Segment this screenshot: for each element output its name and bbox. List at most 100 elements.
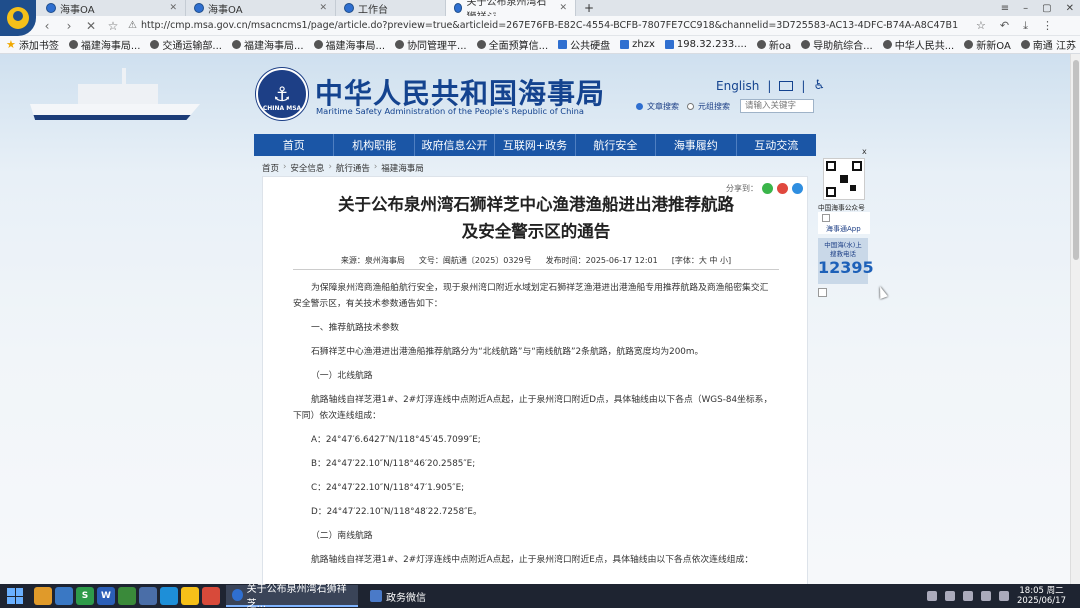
- search-type-radio-article[interactable]: [636, 102, 643, 110]
- tab-favicon-icon: [46, 3, 56, 13]
- menu-icon[interactable]: ≡: [1001, 3, 1009, 14]
- tab-oa-2[interactable]: 海事OA ✕: [186, 0, 336, 16]
- taskbar-task-browser[interactable]: 关于公布泉州湾石狮祥芝...: [226, 584, 358, 608]
- nav-nav-safety[interactable]: 航行安全: [576, 134, 657, 156]
- input-method-icon[interactable]: [999, 591, 1009, 601]
- undo-icon[interactable]: ↶: [1000, 19, 1009, 33]
- new-tab-button[interactable]: +: [576, 0, 602, 16]
- app-icon[interactable]: [139, 587, 157, 605]
- tab-oa-1[interactable]: 海事OA ✕: [38, 0, 186, 16]
- bookmark-item[interactable]: 198.32.233....: [664, 39, 747, 50]
- wechat-qr-code[interactable]: [823, 158, 865, 200]
- bookmark-item[interactable]: 全面预算信...: [476, 37, 548, 52]
- msa-emblem[interactable]: ⚓ CHINA MSA: [256, 68, 308, 120]
- back-icon[interactable]: ‹: [40, 19, 54, 33]
- minimize-icon[interactable]: –: [1023, 3, 1028, 14]
- breadcrumb-safety[interactable]: 安全信息: [290, 162, 324, 174]
- article-title-line: 关于公布泉州湾石狮祥芝中心渔港渔船进出港推荐航路: [338, 195, 734, 214]
- maximize-icon[interactable]: ▢: [1042, 3, 1051, 14]
- nav-gov-info[interactable]: 政府信息公开: [415, 134, 496, 156]
- bookmark-item[interactable]: 交通运输部...: [150, 37, 222, 52]
- paragraph: 石狮祥芝中心渔港进出港渔船推荐航路分为“北线航路”与“南线航路”2条航路，航路宽…: [311, 347, 704, 357]
- network-icon[interactable]: [963, 591, 973, 601]
- tab-article[interactable]: 关于公布泉州湾石狮祥ジ✕: [446, 0, 576, 23]
- spreadsheet-icon[interactable]: S: [76, 587, 94, 605]
- article-title-line: 及安全警示区的通告: [461, 222, 611, 241]
- bookmark-item[interactable]: 导助航综合...: [801, 37, 873, 52]
- bookmark-item[interactable]: 新新OA: [964, 37, 1011, 52]
- forward-icon[interactable]: ›: [62, 19, 76, 33]
- search-type-radio-other[interactable]: [687, 102, 694, 110]
- globe-icon: [476, 40, 486, 49]
- bookmark-star-icon[interactable]: ☆: [106, 19, 120, 33]
- globe-icon: [964, 40, 974, 49]
- tab-label: 海事OA: [208, 4, 243, 16]
- volume-icon[interactable]: [981, 591, 991, 601]
- anchor-icon: ⚓: [273, 82, 291, 106]
- tab-workbench[interactable]: 工作台: [336, 0, 446, 16]
- breadcrumb-fujian[interactable]: 福建海事局: [381, 162, 424, 174]
- english-link[interactable]: English: [716, 79, 759, 93]
- rescue-hotline-banner[interactable]: 中国海(水)上 搜救电话 12395: [818, 238, 874, 284]
- sidebar-close-button[interactable]: x: [862, 147, 867, 156]
- taskbar-task-wechat[interactable]: 政务微信: [364, 585, 432, 607]
- broken-image-icon: [818, 288, 827, 297]
- nav-home[interactable]: 首页: [254, 134, 335, 156]
- bookmark-label: 198.32.233....: [676, 39, 747, 50]
- mail-icon[interactable]: [779, 80, 794, 91]
- stop-icon[interactable]: ✕: [84, 19, 98, 33]
- bookmark-item[interactable]: 福建海事局...: [231, 37, 304, 52]
- scrollbar-thumb[interactable]: [1073, 60, 1079, 260]
- close-icon[interactable]: ✕: [319, 3, 327, 13]
- emblem-text: CHINA MSA: [262, 105, 302, 112]
- site-header: ⚓ CHINA MSA 中华人民共和国海事局 Maritime Safety A…: [0, 54, 1070, 134]
- star-icon: ★: [6, 38, 16, 51]
- folder-icon[interactable]: [34, 587, 52, 605]
- nav-functions[interactable]: 机构职能: [334, 134, 415, 156]
- bookmark-item[interactable]: 协同管理平...: [395, 37, 467, 52]
- coordinate-point: D：24°47′22.10″N/118°48′22.7258″E。: [311, 507, 482, 517]
- bookmark-label: 福建海事局...: [325, 41, 386, 52]
- globe-icon: [150, 40, 160, 49]
- browser-icon[interactable]: [181, 587, 199, 605]
- nav-interaction[interactable]: 互动交流: [737, 134, 816, 156]
- browser-logo[interactable]: [0, 0, 36, 36]
- article-meta: 来源：泉州海事局 文号：闽航通〔2025〕0329号 发布时间：2025-06-…: [293, 255, 779, 266]
- accessibility-icon[interactable]: ♿: [813, 78, 825, 93]
- app-icon[interactable]: [118, 587, 136, 605]
- word-icon[interactable]: W: [97, 587, 115, 605]
- globe-icon: [395, 40, 405, 49]
- app-icon[interactable]: [202, 587, 220, 605]
- close-icon[interactable]: ✕: [169, 3, 177, 13]
- bookmark-item[interactable]: 新oa: [756, 37, 791, 52]
- search-area: 文章搜索 元组搜索: [636, 99, 814, 113]
- search-input[interactable]: [740, 99, 814, 113]
- page-scrollbar[interactable]: [1070, 54, 1080, 584]
- bookmark-item[interactable]: 福建海事局...: [68, 37, 140, 52]
- bookmark-item[interactable]: 福建海事局...: [313, 37, 386, 52]
- bookmark-item[interactable]: 南通 江苏: [1020, 37, 1076, 52]
- breadcrumb-home[interactable]: 首页: [262, 162, 279, 174]
- url-field[interactable]: ⚠ http://cmp.msa.gov.cn/msacncms1/page/ar…: [128, 18, 958, 33]
- app-link[interactable]: 海事通App: [818, 212, 870, 234]
- bookmark-item[interactable]: zhzx: [620, 39, 655, 50]
- font-size-selector[interactable]: [字体：大 中 小]: [672, 255, 731, 266]
- nav-maritime-treaty[interactable]: 海事履约: [656, 134, 737, 156]
- close-window-icon[interactable]: ✕: [1066, 3, 1074, 14]
- download-icon[interactable]: ⤓: [1023, 19, 1028, 33]
- tray-icon[interactable]: [945, 591, 955, 601]
- app-icon[interactable]: [160, 587, 178, 605]
- app-icon[interactable]: [55, 587, 73, 605]
- star-icon[interactable]: ☆: [976, 19, 986, 33]
- clock[interactable]: 18:05 周二 2025/06/17: [1017, 586, 1066, 606]
- nav-internet-gov[interactable]: 互联网+政务: [495, 134, 576, 156]
- taskbar: S W 关于公布泉州湾石狮祥芝... 政务微信 18:05 周二 2025/06…: [0, 584, 1080, 608]
- start-button[interactable]: [0, 584, 30, 608]
- bookmark-item[interactable]: 中华人民共...: [882, 37, 954, 52]
- bookmark-add[interactable]: ★ 添加书签: [6, 37, 59, 52]
- bookmark-item[interactable]: 公共硬盘: [558, 37, 610, 52]
- tray-icon[interactable]: [927, 591, 937, 601]
- more-icon[interactable]: ⋮: [1042, 19, 1053, 33]
- close-icon[interactable]: ✕: [559, 3, 567, 13]
- breadcrumb-notices[interactable]: 航行通告: [336, 162, 370, 174]
